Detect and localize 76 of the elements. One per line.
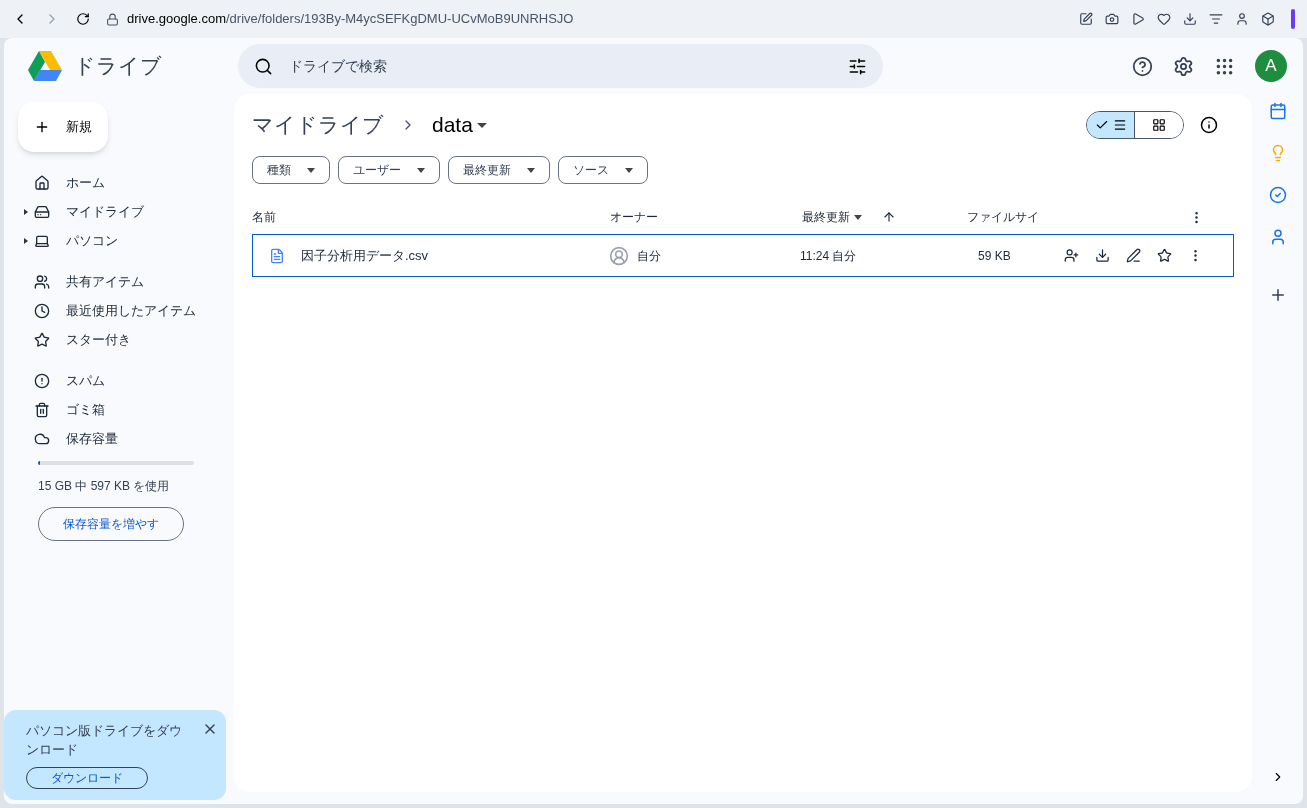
- sidebar-item[interactable]: 保存容量: [18, 424, 226, 453]
- sidebar-item[interactable]: スター付き: [18, 325, 226, 354]
- info-icon[interactable]: [1200, 116, 1218, 134]
- caret-icon: [417, 167, 425, 173]
- sidebar-item[interactable]: マイドライブ: [18, 197, 226, 226]
- search-input[interactable]: ドライブで検索: [289, 55, 832, 77]
- download-icon[interactable]: [1183, 12, 1197, 26]
- star-icon: [34, 331, 50, 348]
- trash-icon: [34, 401, 50, 418]
- task-icon[interactable]: [1268, 186, 1287, 204]
- people-icon: [34, 273, 50, 290]
- reload-icon[interactable]: [76, 12, 90, 26]
- grid-icon: [1152, 118, 1166, 132]
- play-icon[interactable]: [1131, 12, 1145, 26]
- caret-icon: [307, 167, 315, 173]
- profile-icon[interactable]: [1235, 12, 1249, 26]
- sidebar-item[interactable]: 最近使用したアイテム: [18, 296, 226, 325]
- folder-menu-button[interactable]: data: [432, 109, 487, 141]
- heart-icon[interactable]: [1157, 12, 1171, 26]
- modified-text: 11:24 自分: [800, 247, 858, 265]
- help-icon[interactable]: [1132, 55, 1153, 77]
- drive-icon: [34, 203, 50, 220]
- sidebar-item[interactable]: ホーム: [18, 168, 226, 197]
- home-icon: [34, 174, 50, 191]
- clock-icon: [34, 302, 50, 319]
- drive-logo[interactable]: [28, 51, 62, 81]
- edit-icon[interactable]: [1079, 12, 1093, 26]
- share-icon[interactable]: [1064, 248, 1079, 263]
- alert-icon: [34, 372, 50, 389]
- cube-icon[interactable]: [1261, 12, 1275, 26]
- owner-text: 自分: [637, 247, 662, 265]
- filter-chip[interactable]: 種類: [252, 156, 330, 184]
- search-field[interactable]: ドライブで検索: [238, 44, 883, 88]
- app-title: ドライブ: [74, 53, 162, 80]
- filter-chip[interactable]: 最終更新: [448, 156, 550, 184]
- search-icon: [254, 56, 273, 76]
- camera-icon[interactable]: [1105, 12, 1119, 26]
- caret-icon: [625, 167, 633, 173]
- filter-icon[interactable]: [848, 56, 867, 76]
- new-button[interactable]: 新規: [18, 102, 108, 152]
- person-icon: [609, 245, 629, 266]
- promo-text: パソコン版ドライブをダウンロード: [26, 722, 183, 759]
- avatar[interactable]: A: [1255, 50, 1287, 82]
- filter-chip[interactable]: ユーザー: [338, 156, 440, 184]
- size-text: 59 KB: [978, 247, 1012, 265]
- list-icon[interactable]: [1209, 12, 1223, 26]
- list-view-button[interactable]: [1087, 112, 1135, 138]
- caret-icon: [476, 122, 487, 128]
- check-icon: [1094, 118, 1109, 132]
- lock-icon: [106, 12, 119, 26]
- filter-chip[interactable]: ソース: [558, 156, 648, 184]
- sidebar-item[interactable]: 共有アイテム: [18, 267, 226, 296]
- sidebar-item[interactable]: パソコン: [18, 226, 226, 255]
- breadcrumb-link[interactable]: マイドライブ: [252, 109, 384, 141]
- column-header[interactable]: オーナー: [610, 208, 802, 226]
- file-row[interactable]: 因子分析用データ.csv 自分 11:24 自分 59 KB: [252, 234, 1234, 277]
- sort-menu-button[interactable]: 最終更新: [802, 208, 882, 226]
- star-icon[interactable]: [1157, 248, 1172, 263]
- settings-icon[interactable]: [1173, 55, 1194, 77]
- calendar-icon[interactable]: [1268, 102, 1287, 120]
- file-name: 因子分析用データ.csv: [301, 246, 430, 265]
- sidebar-indicator: [1291, 9, 1295, 29]
- expand-icon[interactable]: [24, 237, 28, 244]
- storage-text: 15 GB 中 597 KB を使用: [38, 478, 171, 495]
- rename-icon[interactable]: [1126, 248, 1141, 263]
- expand-icon[interactable]: [24, 208, 28, 215]
- document-icon: [269, 247, 285, 264]
- list-icon: [1112, 118, 1127, 132]
- column-header[interactable]: ファイルサイ: [967, 208, 1189, 226]
- caret-icon: [527, 167, 535, 173]
- sidebar-item[interactable]: スパム: [18, 366, 226, 395]
- caret-icon: [854, 214, 862, 220]
- column-header[interactable]: 名前: [252, 208, 610, 226]
- sidebar-item[interactable]: ゴミ箱: [18, 395, 226, 424]
- url-text[interactable]: drive.google.com/drive/folders/193By-M4ycSEFKgDMU-UCvMoB9UNRHSJO: [127, 9, 574, 29]
- download-icon[interactable]: [1095, 248, 1110, 263]
